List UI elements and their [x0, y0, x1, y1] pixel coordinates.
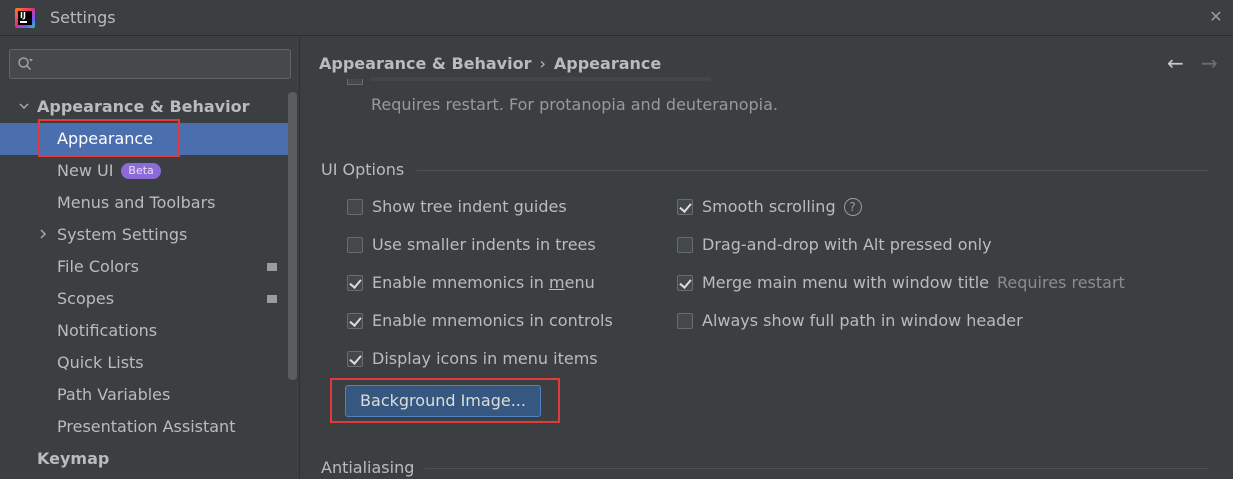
- sidebar-item-label: Path Variables: [57, 385, 171, 404]
- beta-badge: Beta: [121, 163, 161, 179]
- sidebar-item-path-variables[interactable]: Path Variables: [0, 379, 288, 411]
- checkbox-checked[interactable]: [347, 275, 363, 291]
- breadcrumb: Appearance & Behavior › Appearance: [319, 54, 661, 73]
- project-level-icon: [267, 263, 277, 271]
- sidebar-item-menus-toolbars[interactable]: Menus and Toolbars: [0, 187, 288, 219]
- sidebar-item-label: Quick Lists: [57, 353, 144, 372]
- mnemonic-letter: m: [549, 273, 565, 292]
- search-icon: [18, 57, 33, 71]
- sidebar-item-notifications[interactable]: Notifications: [0, 315, 288, 347]
- clipped-option-text: [371, 77, 711, 81]
- checkbox[interactable]: [347, 237, 363, 253]
- checkbox-checked[interactable]: [677, 199, 693, 215]
- back-arrow-icon[interactable]: ←: [1167, 51, 1184, 75]
- sidebar-item-label: Menus and Toolbars: [57, 193, 216, 212]
- chevron-down-icon[interactable]: [17, 91, 31, 123]
- sidebar-item-scopes[interactable]: Scopes: [0, 283, 288, 315]
- sidebar-item-quick-lists[interactable]: Quick Lists: [0, 347, 288, 379]
- sidebar-item-label: Appearance: [57, 129, 154, 148]
- app-logo-icon: IJ: [15, 8, 35, 28]
- sidebar-item-label: Appearance & Behavior: [37, 97, 250, 116]
- breadcrumb-current: Appearance: [553, 54, 662, 73]
- sidebar-item-file-colors[interactable]: File Colors: [0, 251, 288, 283]
- sidebar-item-label: System Settings: [57, 225, 188, 244]
- checkbox[interactable]: [347, 199, 363, 215]
- search-field[interactable]: [9, 49, 291, 79]
- sidebar-item-label: New UI: [57, 161, 114, 180]
- close-icon[interactable]: ✕: [1208, 9, 1224, 25]
- sidebar-item-label: Presentation Assistant: [57, 417, 236, 436]
- antialiasing-title: Antialiasing: [321, 458, 415, 477]
- project-level-icon: [267, 295, 277, 303]
- sidebar-item-appearance-behavior[interactable]: Appearance & Behavior: [0, 91, 288, 123]
- ui-options-title: UI Options: [321, 160, 405, 179]
- settings-content: Appearance & Behavior › Appearance ← → Req…: [301, 37, 1233, 479]
- group-divider: [417, 170, 1209, 171]
- window-title: Settings: [50, 8, 116, 27]
- option-label-pre: Enable mnemonics in: [372, 273, 550, 292]
- sidebar-item-label: Scopes: [57, 289, 115, 308]
- sidebar-item-system-settings[interactable]: System Settings: [0, 219, 288, 251]
- settings-tree: Appearance & Behavior Appearance New UI B…: [0, 91, 288, 475]
- settings-sidebar: Appearance & Behavior Appearance New UI B…: [0, 37, 300, 479]
- checkbox[interactable]: [677, 237, 693, 253]
- title-bar: IJ Settings ✕: [0, 0, 1233, 36]
- sidebar-item-label: Keymap: [37, 449, 110, 468]
- restart-note: Requires restart. For protanopia and deu…: [371, 95, 778, 114]
- sidebar-item-label: File Colors: [57, 257, 139, 276]
- sidebar-item-presentation-assistant[interactable]: Presentation Assistant: [0, 411, 288, 443]
- search-input[interactable]: [44, 54, 284, 74]
- breadcrumb-parent[interactable]: Appearance & Behavior: [319, 54, 531, 73]
- sidebar-item-keymap[interactable]: Keymap: [0, 443, 288, 475]
- checkbox-checked[interactable]: [677, 275, 693, 291]
- breadcrumb-separator: ›: [539, 54, 546, 73]
- help-icon[interactable]: ?: [843, 198, 862, 216]
- checkbox[interactable]: [677, 313, 693, 329]
- checkbox-partial[interactable]: [347, 79, 363, 85]
- checkbox-checked[interactable]: [347, 351, 363, 367]
- forward-arrow-icon[interactable]: →: [1201, 51, 1218, 75]
- option-label-post: enu: [564, 273, 595, 292]
- sidebar-item-new-ui[interactable]: New UI Beta: [0, 155, 288, 187]
- sidebar-item-label: Notifications: [57, 321, 158, 340]
- checkbox-checked[interactable]: [347, 313, 363, 329]
- group-divider: [425, 468, 1209, 469]
- background-image-button[interactable]: Background Image...: [345, 385, 541, 417]
- chevron-right-icon[interactable]: [36, 219, 50, 251]
- requires-restart-hint: Requires restart: [997, 273, 1125, 292]
- sidebar-item-appearance[interactable]: Appearance: [0, 123, 288, 155]
- sidebar-scrollbar[interactable]: [288, 92, 297, 380]
